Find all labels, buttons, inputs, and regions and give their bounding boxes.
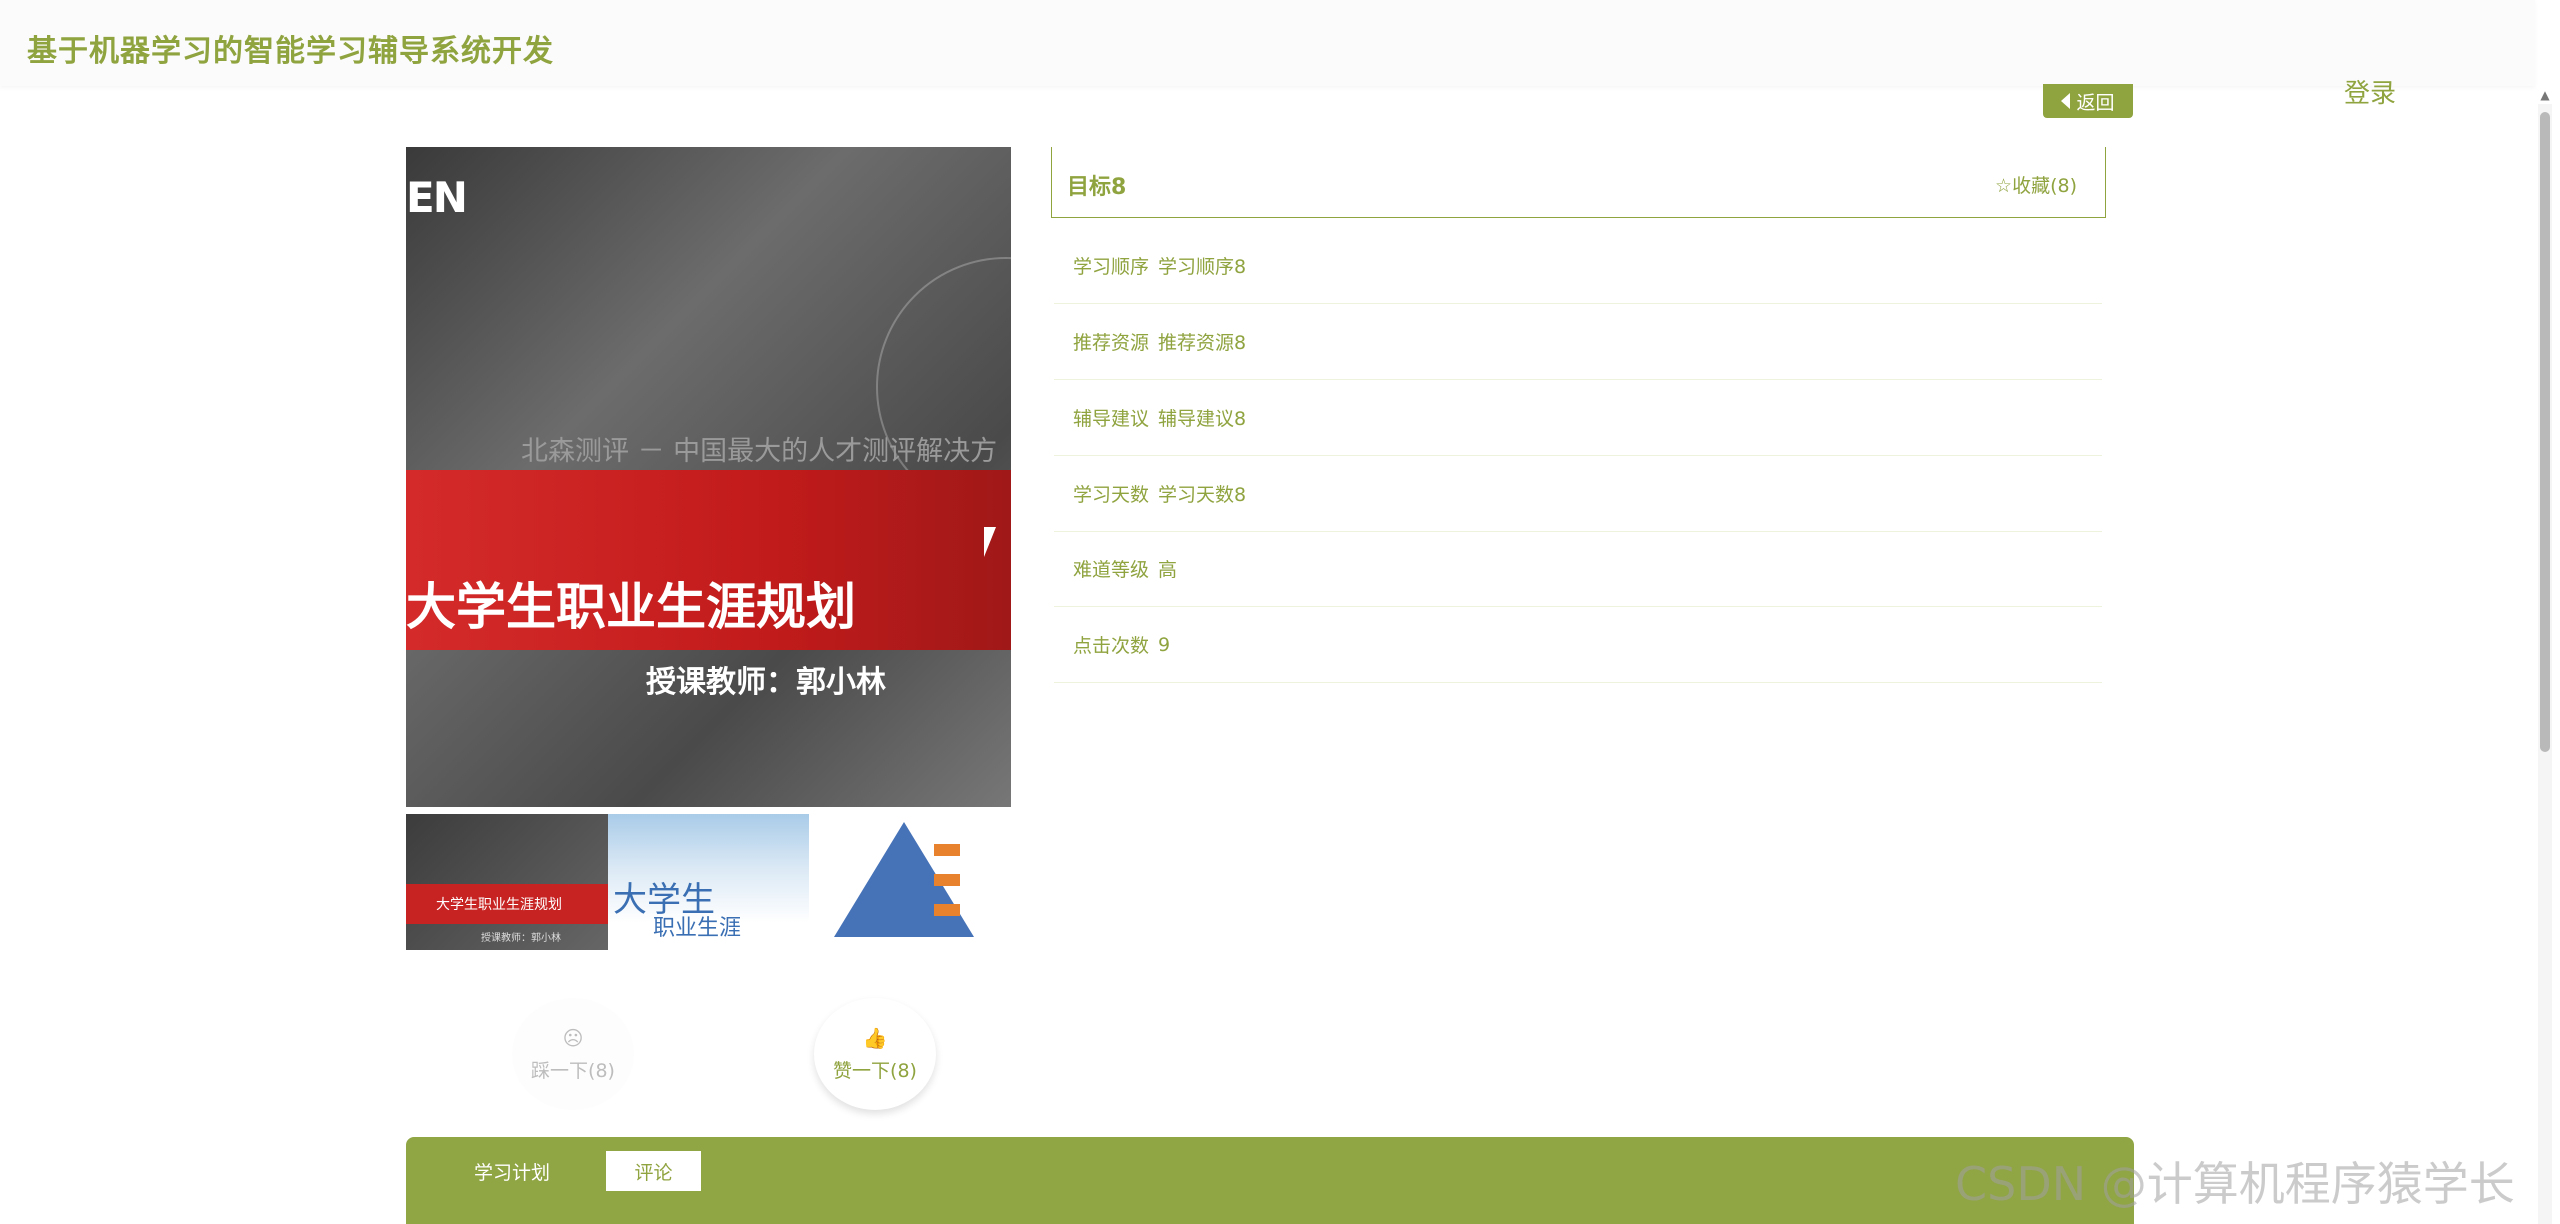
detail-row: 推荐资源 推荐资源8	[1054, 304, 2102, 380]
vertical-scrollbar[interactable]: ▲	[2538, 88, 2552, 1224]
row-value: 9	[1158, 633, 1171, 656]
dislike-button[interactable]: ☹ 踩一下(8)	[512, 998, 634, 1110]
thumbs-up-icon: 👍	[862, 1025, 888, 1050]
image-teacher: 授课教师：郭小林	[646, 665, 886, 700]
top-navbar: 基于机器学习的智能学习辅导系统开发	[0, 0, 2535, 86]
arrow-icon	[934, 904, 960, 916]
row-value: 推荐资源8	[1158, 332, 1247, 354]
back-button-label: 返回	[2076, 91, 2115, 114]
back-button[interactable]: 返回	[2043, 84, 2133, 118]
row-label: 学习顺序	[1073, 256, 1150, 278]
row-value: 高	[1158, 559, 1178, 581]
thumbnail-3[interactable]	[809, 814, 1011, 950]
image-title: 大学生职业生涯规划	[406, 578, 856, 636]
caret-left-icon	[2061, 93, 2071, 109]
like-label: 赞一下(8)	[833, 1059, 917, 1082]
thumbnail-subtitle: 授课教师：郭小林	[481, 933, 561, 944]
detail-row: 学习顺序 学习顺序8	[1054, 228, 2102, 304]
row-label: 辅导建议	[1073, 408, 1150, 430]
thumbnail-subtitle: 职业生涯	[653, 916, 742, 941]
detail-header: 目标8 ☆收藏(8)	[1051, 147, 2106, 218]
row-value: 学习天数8	[1158, 484, 1247, 506]
detail-row: 难道等级 高	[1054, 531, 2102, 607]
login-link[interactable]: 登录	[2344, 73, 2396, 110]
row-label: 难道等级	[1073, 559, 1150, 581]
row-label: 学习天数	[1073, 484, 1150, 506]
tab-study-plan[interactable]: 学习计划	[452, 1151, 572, 1191]
row-label: 点击次数	[1073, 635, 1150, 657]
brand-logo: EN	[406, 173, 468, 222]
tab-bar: 学习计划 评论	[406, 1137, 2134, 1224]
dislike-label: 踩一下(8)	[531, 1059, 615, 1082]
tab-comments[interactable]: 评论	[606, 1151, 701, 1191]
row-label: 推荐资源	[1073, 332, 1150, 354]
detail-title: 目标8	[1067, 175, 1127, 200]
row-value: 学习顺序8	[1158, 256, 1247, 278]
watermark: CSDN @计算机程序猿学长	[1955, 1157, 2515, 1211]
thumbnail-1[interactable]: 大学生职业生涯规划 授课教师：郭小林	[406, 814, 608, 950]
favorite-button[interactable]: ☆收藏(8)	[1995, 171, 2077, 198]
thumbnail-title: 大学生职业生涯规划	[436, 897, 562, 913]
like-button[interactable]: 👍 赞一下(8)	[814, 998, 936, 1110]
detail-row: 学习天数 学习天数8	[1054, 456, 2102, 532]
detail-row: 点击次数 9	[1054, 607, 2102, 683]
arrow-icon	[934, 844, 960, 856]
mouse-cursor-icon	[984, 527, 996, 557]
favorite-label: 收藏(8)	[2012, 175, 2077, 197]
scrollbar-thumb[interactable]	[2540, 112, 2550, 752]
arrow-icon	[934, 874, 960, 886]
scroll-up-icon[interactable]: ▲	[2538, 88, 2552, 102]
image-subtitle: 北森测评 － 中国最大的人才测评解决方	[521, 436, 998, 467]
thumbnail-2[interactable]: 大学生 职业生涯	[608, 814, 809, 950]
row-value: 辅导建议8	[1158, 408, 1247, 430]
site-title[interactable]: 基于机器学习的智能学习辅导系统开发	[27, 26, 554, 70]
star-icon: ☆	[1995, 175, 2013, 197]
main-image: EN 北森测评 － 中国最大的人才测评解决方 大学生职业生涯规划 授课教师：郭小…	[406, 147, 1011, 807]
thumbs-down-icon: ☹	[562, 1025, 584, 1050]
detail-row: 辅导建议 辅导建议8	[1054, 380, 2102, 456]
